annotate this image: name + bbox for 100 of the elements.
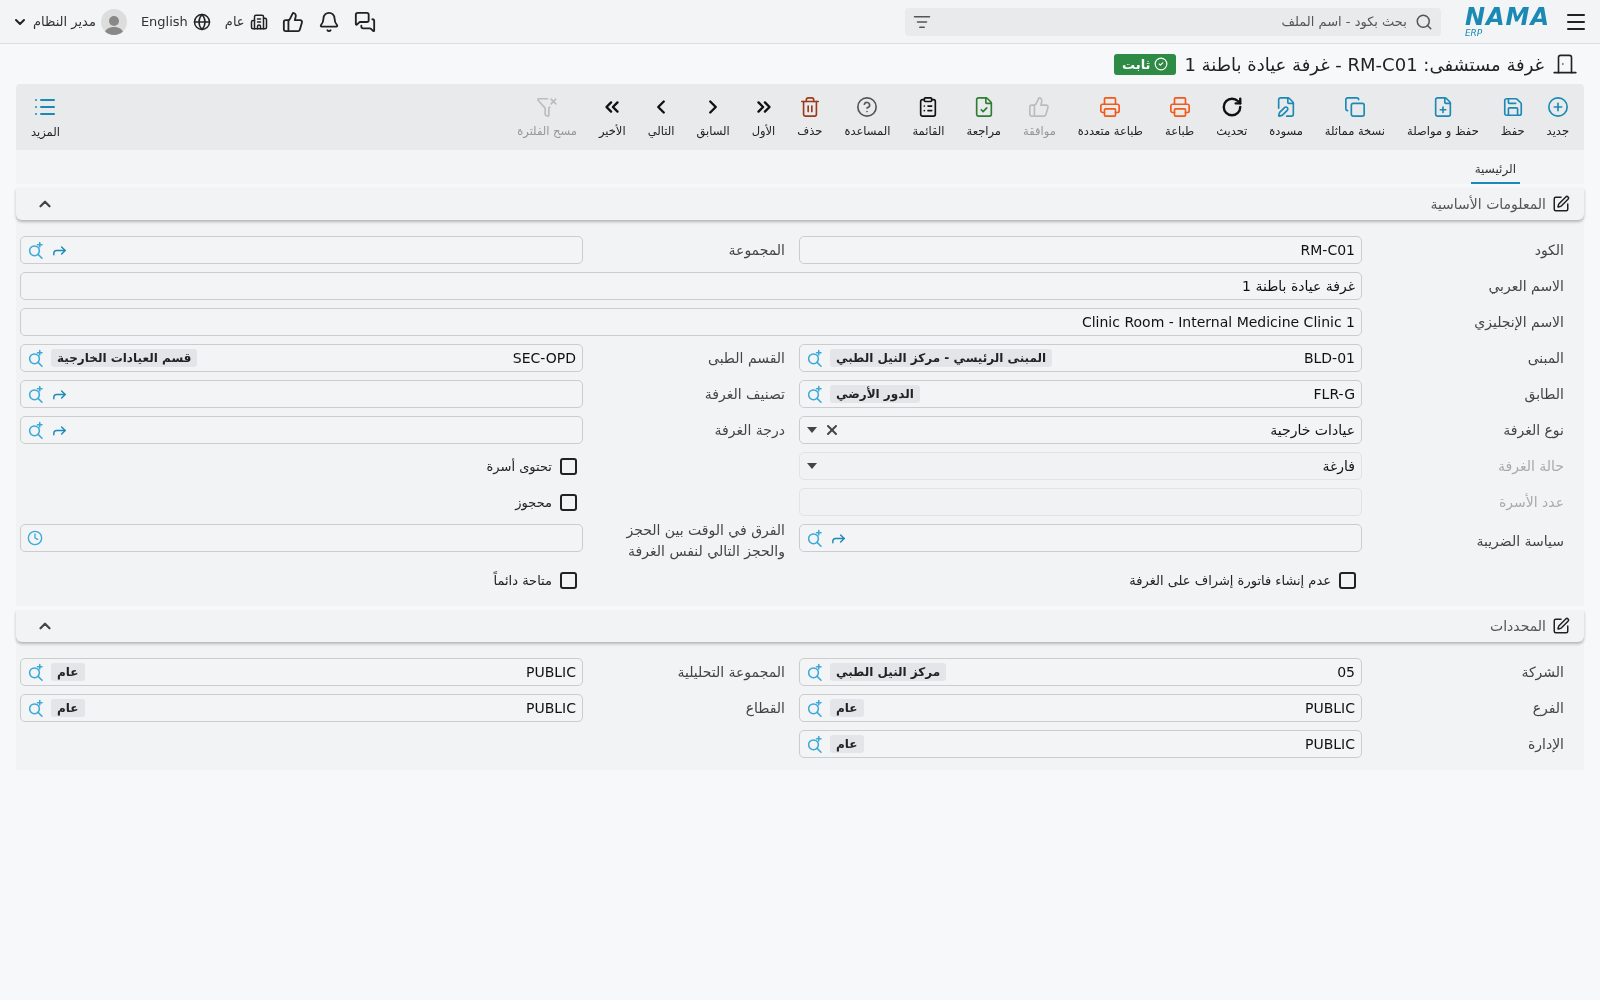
search-plus-icon[interactable] <box>806 529 824 547</box>
input-field[interactable]: Clinic Room - Internal Medicine Clinic 1 <box>20 308 1362 336</box>
avatar-icon[interactable] <box>100 8 127 35</box>
building-icon[interactable] <box>249 12 268 31</box>
field-label: نوع الغرفة <box>1502 420 1565 441</box>
field-label: حالة الغرفة <box>1497 456 1565 477</box>
checkbox[interactable] <box>560 457 577 475</box>
checkbox-option[interactable]: تحتوى أسرة <box>20 448 583 484</box>
checkbox-option[interactable]: عدم إنشاء فاتورة إشراف على الغرفة <box>799 562 1362 598</box>
lookup-field[interactable] <box>20 416 583 444</box>
time-field[interactable] <box>20 524 583 552</box>
checkbox[interactable] <box>560 493 577 511</box>
field-label: الفرق في الوقت بين الحجز والحجز التالي لنفس الغرفة <box>625 521 786 562</box>
field-value: Clinic Room - Internal Medicine Clinic 1 <box>1081 314 1355 330</box>
clock-icon[interactable] <box>27 530 43 546</box>
thumbs-up-icon[interactable] <box>281 10 304 33</box>
field-label: تصنيف الغرفة <box>703 384 786 404</box>
field-value: PUBLIC <box>526 664 576 680</box>
search-field[interactable]: بحث بكود - اسم الملف <box>904 7 1441 36</box>
company-label[interactable]: عام <box>224 14 245 29</box>
search-plus-icon[interactable] <box>806 385 824 403</box>
field-value: فارغة <box>1322 458 1355 474</box>
bell-icon[interactable] <box>317 10 340 33</box>
toolbar-button[interactable]: الأول <box>742 92 785 142</box>
checkbox-label: تحتوى أسرة <box>486 458 552 474</box>
toolbar-button[interactable]: حفظ و مواصلة <box>1398 92 1488 142</box>
checkbox-label: محجوز <box>515 494 552 510</box>
toolbar-button[interactable]: جديد <box>1537 92 1578 142</box>
field-label: الإدارة <box>1526 734 1565 755</box>
search-plus-icon[interactable] <box>806 663 824 681</box>
user-name[interactable]: مدير النظام <box>33 14 96 29</box>
more-button[interactable]: المزيد <box>22 91 69 143</box>
section-header[interactable]: المحددات <box>16 610 1584 642</box>
section-title: المعلومات الأساسية <box>1430 196 1546 212</box>
language-link[interactable]: English <box>140 14 188 29</box>
toolbar-button[interactable]: مسودة <box>1260 92 1312 142</box>
toolbar-button[interactable]: حفظ <box>1491 92 1534 142</box>
field-value: 05 <box>1337 664 1355 680</box>
checkbox[interactable] <box>560 571 577 589</box>
input-field[interactable]: غرفة عيادة باطنة 1 <box>20 272 1362 300</box>
checkbox-label: عدم إنشاء فاتورة إشراف على الغرفة <box>1129 572 1331 588</box>
search-plus-icon[interactable] <box>806 699 824 717</box>
select-field[interactable]: عيادات خارجية <box>799 416 1362 444</box>
clear-icon[interactable] <box>824 422 840 438</box>
search-input[interactable]: بحث بكود - اسم الملف <box>936 13 1409 30</box>
search-plus-icon[interactable] <box>27 699 45 717</box>
checkbox-label: متاحة دائماً <box>493 572 552 588</box>
field-value: PUBLIC <box>1305 700 1355 716</box>
input-field[interactable]: RM-C01 <box>799 236 1362 264</box>
tab[interactable]: الرئيسية <box>1470 156 1520 184</box>
search-plus-icon[interactable] <box>806 735 824 753</box>
toolbar-button[interactable]: حذف <box>788 92 832 142</box>
edit-icon <box>1552 195 1570 213</box>
field-label: الفرع <box>1531 698 1565 719</box>
checkbox-option[interactable]: متاحة دائماً <box>20 562 583 598</box>
section-header[interactable]: المعلومات الأساسية <box>16 188 1584 220</box>
lookup-field[interactable] <box>20 236 583 264</box>
field-value: PUBLIC <box>1305 736 1355 752</box>
lookup-field[interactable] <box>799 524 1362 552</box>
checkbox[interactable] <box>1339 571 1356 589</box>
field-label: الاسم العربي <box>1487 276 1565 297</box>
field-value: BLD-01 <box>1303 350 1355 366</box>
search-plus-icon[interactable] <box>806 349 824 367</box>
field-value: FLR-G <box>1313 386 1355 402</box>
lookup-tag: المبنى الرئيسي - مركز النيل الطبي <box>830 349 1053 367</box>
toolbar-button[interactable]: التالي <box>638 92 684 142</box>
field-label: المبنى <box>1526 348 1565 368</box>
toolbar-button[interactable]: مراجعة <box>957 92 1011 142</box>
toolbar-button[interactable]: نسخة مماثلة <box>1315 92 1394 142</box>
status-badge: ثابت <box>1114 53 1177 75</box>
lookup-field[interactable] <box>20 380 583 408</box>
globe-icon[interactable] <box>192 12 211 31</box>
search-plus-icon[interactable] <box>27 349 45 367</box>
lookup-tag: الدور الأرضي <box>830 385 920 403</box>
search-icon[interactable] <box>1414 12 1433 31</box>
toolbar-button[interactable]: السابق <box>687 92 739 142</box>
chat-icon[interactable] <box>353 10 376 33</box>
search-plus-icon[interactable] <box>27 241 45 259</box>
search-plus-icon[interactable] <box>27 385 45 403</box>
field-label: درجة الغرفة <box>713 420 786 441</box>
toolbar-button[interactable]: الأخير <box>589 92 635 142</box>
field-label: سياسة الضريبة <box>1475 531 1565 551</box>
toolbar-button[interactable]: طباعة <box>1156 92 1204 142</box>
toolbar-button[interactable]: طباعة متعددة <box>1068 92 1152 142</box>
field-label: الكود <box>1533 240 1565 261</box>
field-label: عدد الأسرة <box>1497 492 1565 513</box>
checkbox-option[interactable]: محجوز <box>20 484 583 520</box>
field-value: PUBLIC <box>526 700 576 716</box>
lookup-tag: عام <box>51 699 85 717</box>
edit-icon <box>1552 617 1570 635</box>
field-label: القطاع <box>744 698 786 719</box>
section-title: المحددات <box>1490 618 1546 634</box>
search-plus-icon[interactable] <box>27 663 45 681</box>
toolbar-button[interactable]: المساعدة <box>835 92 900 142</box>
search-plus-icon[interactable] <box>27 421 45 439</box>
caret-down-icon[interactable] <box>806 426 818 434</box>
lookup-tag: عام <box>830 699 864 717</box>
field-label: القسم الطبى <box>706 348 786 369</box>
toolbar-button[interactable]: تحديث <box>1207 92 1257 142</box>
toolbar-button[interactable]: القائمة <box>903 92 954 142</box>
